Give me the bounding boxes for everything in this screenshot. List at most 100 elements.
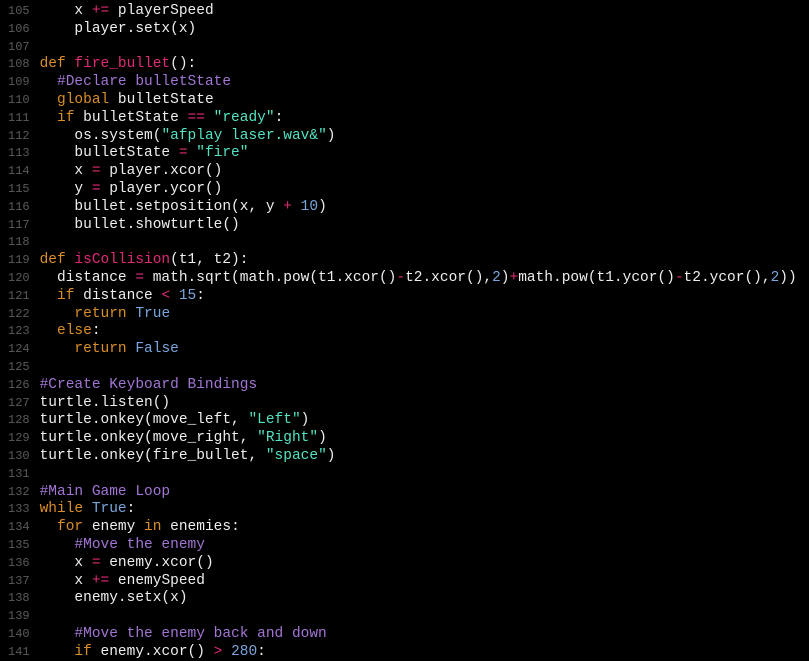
- token-pl: :: [275, 110, 284, 126]
- code-line[interactable]: turtle.onkey(move_left, "Left"): [40, 412, 809, 430]
- line-number: 109: [8, 74, 30, 92]
- token-pl: [292, 199, 301, 215]
- token-pl: [40, 288, 57, 304]
- code-line[interactable]: #Move the enemy: [40, 537, 809, 555]
- token-fn: isCollision: [74, 252, 170, 268]
- code-line[interactable]: [40, 608, 809, 626]
- code-line[interactable]: #Create Keyboard Bindings: [40, 377, 809, 395]
- line-number: 123: [8, 323, 30, 341]
- token-kc: if: [57, 288, 74, 304]
- token-kc: return: [74, 341, 126, 357]
- token-pl: t2.ycor(),: [684, 270, 771, 286]
- code-line[interactable]: #Declare bulletState: [40, 74, 809, 92]
- line-number: 110: [8, 92, 30, 110]
- code-line[interactable]: global bulletState: [40, 92, 809, 110]
- token-pl: os.system(: [40, 128, 162, 144]
- token-op: +: [510, 270, 519, 286]
- code-line[interactable]: os.system("afplay laser.wav&"): [40, 128, 809, 146]
- token-pl: math.pow(t1.ycor(): [518, 270, 675, 286]
- token-pl: turtle.onkey(fire_bullet,: [40, 448, 266, 464]
- token-pl: :: [92, 323, 101, 339]
- code-line[interactable]: while True:: [40, 501, 809, 519]
- token-k: def: [40, 56, 75, 72]
- token-fn: fire_bullet: [74, 56, 170, 72]
- code-line[interactable]: #Main Game Loop: [40, 484, 809, 502]
- line-number: 121: [8, 288, 30, 306]
- token-kc: for: [57, 519, 83, 535]
- code-editor: 1051061071081091101111121131141151161171…: [0, 0, 809, 660]
- code-line[interactable]: turtle.onkey(fire_bullet, "space"): [40, 448, 809, 466]
- code-line[interactable]: for enemy in enemies:: [40, 519, 809, 537]
- token-pl: [40, 323, 57, 339]
- code-line[interactable]: [40, 234, 809, 252]
- token-op: =: [92, 555, 101, 571]
- token-s: "space": [266, 448, 327, 464]
- token-pl: bulletState: [74, 110, 187, 126]
- code-line[interactable]: enemy.setx(x): [40, 590, 809, 608]
- token-kc: while: [40, 501, 84, 517]
- token-pl: [188, 145, 197, 161]
- token-op: -: [675, 270, 684, 286]
- token-lt: False: [135, 341, 179, 357]
- line-number: 141: [8, 644, 30, 661]
- token-pl: )): [779, 270, 796, 286]
- line-number: 130: [8, 448, 30, 466]
- code-line[interactable]: def fire_bullet():: [40, 56, 809, 74]
- token-lt: True: [135, 306, 170, 322]
- token-s: "afplay laser.wav&": [161, 128, 326, 144]
- code-line[interactable]: if bulletState == "ready":: [40, 110, 809, 128]
- line-number: 118: [8, 234, 30, 252]
- code-line[interactable]: #Move the enemy back and down: [40, 626, 809, 644]
- code-line[interactable]: [40, 39, 809, 57]
- token-pl: enemy.xcor(): [101, 555, 214, 571]
- code-line[interactable]: y = player.ycor(): [40, 181, 809, 199]
- token-s: "fire": [196, 145, 248, 161]
- code-area[interactable]: x += playerSpeed player.setx(x) def fire_…: [40, 0, 809, 660]
- line-number: 113: [8, 145, 30, 163]
- token-kc: in: [144, 519, 161, 535]
- line-number: 127: [8, 395, 30, 413]
- code-line[interactable]: return False: [40, 341, 809, 359]
- token-pl: [170, 288, 179, 304]
- code-line[interactable]: if enemy.xcor() > 280:: [40, 644, 809, 661]
- token-pl: [40, 537, 75, 553]
- code-line[interactable]: if distance < 15:: [40, 288, 809, 306]
- token-pl: enemy.xcor(): [92, 644, 214, 660]
- token-n: 280: [231, 644, 257, 660]
- token-lt: True: [92, 501, 127, 517]
- token-pl: distance: [40, 270, 136, 286]
- code-line[interactable]: bullet.setposition(x, y + 10): [40, 199, 809, 217]
- code-line[interactable]: bullet.showturtle(): [40, 217, 809, 235]
- token-kc: if: [74, 644, 91, 660]
- code-line[interactable]: x = enemy.xcor(): [40, 555, 809, 573]
- code-line[interactable]: return True: [40, 306, 809, 324]
- code-line[interactable]: distance = math.sqrt(math.pow(t1.xcor()-…: [40, 270, 809, 288]
- code-line[interactable]: else:: [40, 323, 809, 341]
- code-line[interactable]: x += playerSpeed: [40, 3, 809, 21]
- code-line[interactable]: def isCollision(t1, t2):: [40, 252, 809, 270]
- code-line[interactable]: turtle.listen(): [40, 395, 809, 413]
- code-line[interactable]: turtle.onkey(move_right, "Right"): [40, 430, 809, 448]
- line-number: 111: [8, 110, 30, 128]
- token-kc: else: [57, 323, 92, 339]
- code-line[interactable]: [40, 359, 809, 377]
- code-line[interactable]: [40, 466, 809, 484]
- token-pl: x: [40, 163, 92, 179]
- token-n: 2: [492, 270, 501, 286]
- code-line[interactable]: x += enemySpeed: [40, 573, 809, 591]
- token-op: +=: [92, 3, 109, 19]
- token-pl: turtle.listen(): [40, 395, 171, 411]
- code-line[interactable]: x = player.xcor(): [40, 163, 809, 181]
- token-pl: bullet.showturtle(): [40, 217, 240, 233]
- line-number: 116: [8, 199, 30, 217]
- line-number: 108: [8, 56, 30, 74]
- line-number: 131: [8, 466, 30, 484]
- token-op: =: [135, 270, 144, 286]
- code-line[interactable]: bulletState = "fire": [40, 145, 809, 163]
- token-cm: #Create Keyboard Bindings: [40, 377, 258, 393]
- code-line[interactable]: player.setx(x): [40, 21, 809, 39]
- token-pl: [40, 92, 57, 108]
- token-kc: return: [74, 306, 126, 322]
- token-pl: ): [318, 430, 327, 446]
- token-pl: bulletState: [109, 92, 213, 108]
